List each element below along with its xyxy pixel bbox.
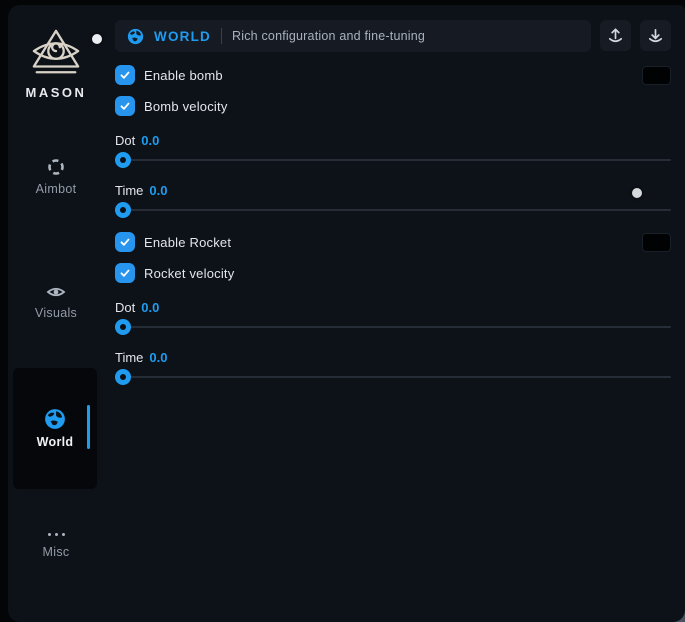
sidebar-item-label: Aimbot bbox=[36, 182, 77, 196]
slider-rocket-dot: Dot 0.0 bbox=[115, 299, 671, 335]
page-header: WORLD Rich configuration and fine-tuning bbox=[115, 20, 591, 52]
app-window: MASON Aimbot Visuals bbox=[8, 5, 685, 622]
enable-rocket-checkbox[interactable] bbox=[115, 232, 135, 252]
page-header-row: WORLD Rich configuration and fine-tuning bbox=[115, 20, 671, 52]
slider-track-area[interactable] bbox=[115, 369, 671, 385]
sidebar-item-label: Misc bbox=[43, 545, 70, 559]
checkbox-label: Enable Rocket bbox=[144, 235, 231, 250]
check-icon bbox=[118, 235, 132, 249]
checkbox-row-enable-rocket: Enable Rocket bbox=[115, 232, 671, 252]
cursor-dot bbox=[92, 34, 102, 44]
checkbox-label: Enable bomb bbox=[144, 68, 223, 83]
slider-value: 0.0 bbox=[141, 300, 159, 315]
download-config-button[interactable] bbox=[640, 20, 671, 51]
check-icon bbox=[118, 266, 132, 280]
checkbox-label: Rocket velocity bbox=[144, 266, 234, 281]
globe-icon bbox=[127, 28, 144, 45]
ellipsis-icon bbox=[48, 529, 65, 539]
brand-name: MASON bbox=[26, 85, 87, 100]
slider-value: 0.0 bbox=[149, 183, 167, 198]
cursor-dot bbox=[632, 188, 642, 198]
bomb-color-swatch[interactable] bbox=[642, 66, 671, 85]
slider-track[interactable] bbox=[115, 326, 671, 328]
slider-label: Time bbox=[115, 350, 143, 365]
crosshair-icon bbox=[47, 158, 65, 176]
bomb-velocity-checkbox[interactable] bbox=[115, 96, 135, 116]
check-icon bbox=[118, 68, 132, 82]
upload-icon bbox=[606, 26, 625, 45]
slider-track-area[interactable] bbox=[115, 152, 671, 168]
upload-config-button[interactable] bbox=[600, 20, 631, 51]
slider-label: Dot bbox=[115, 300, 135, 315]
download-icon bbox=[646, 26, 665, 45]
page-subtitle: Rich configuration and fine-tuning bbox=[232, 29, 425, 43]
slider-track[interactable] bbox=[115, 376, 671, 378]
slider-label: Dot bbox=[115, 133, 135, 148]
slider-value: 0.0 bbox=[141, 133, 159, 148]
slider-knob[interactable] bbox=[115, 319, 131, 335]
sidebar-item-label: Visuals bbox=[35, 306, 77, 320]
slider-track[interactable] bbox=[115, 209, 671, 211]
sidebar-item-aimbot[interactable]: Aimbot bbox=[8, 158, 104, 196]
rocket-color-swatch[interactable] bbox=[642, 233, 671, 252]
brand: MASON bbox=[8, 27, 104, 100]
slider-track[interactable] bbox=[115, 159, 671, 161]
slider-rocket-time: Time 0.0 bbox=[115, 349, 671, 385]
slider-knob[interactable] bbox=[115, 202, 131, 218]
globe-icon bbox=[44, 408, 66, 430]
all-seeing-eye-icon bbox=[27, 27, 85, 79]
slider-track-area[interactable] bbox=[115, 319, 671, 335]
header-divider bbox=[221, 28, 222, 44]
slider-knob[interactable] bbox=[115, 369, 131, 385]
enable-bomb-checkbox[interactable] bbox=[115, 65, 135, 85]
slider-knob[interactable] bbox=[115, 152, 131, 168]
checkbox-row-bomb-velocity: Bomb velocity bbox=[115, 96, 671, 116]
sidebar-item-misc[interactable]: Misc bbox=[8, 529, 104, 559]
sidebar-item-world[interactable]: World bbox=[13, 368, 97, 489]
slider-bomb-time: Time 0.0 bbox=[115, 182, 671, 218]
slider-track-area[interactable] bbox=[115, 202, 671, 218]
sidebar: MASON Aimbot Visuals bbox=[8, 5, 108, 622]
checkbox-row-rocket-velocity: Rocket velocity bbox=[115, 263, 671, 283]
checkbox-row-enable-bomb: Enable bomb bbox=[115, 65, 671, 85]
page-title: WORLD bbox=[154, 29, 211, 44]
rocket-velocity-checkbox[interactable] bbox=[115, 263, 135, 283]
slider-bomb-dot: Dot 0.0 bbox=[115, 132, 671, 168]
content-panel: WORLD Rich configuration and fine-tuning bbox=[115, 20, 671, 385]
check-icon bbox=[118, 99, 132, 113]
sidebar-item-visuals[interactable]: Visuals bbox=[8, 284, 104, 320]
checkbox-label: Bomb velocity bbox=[144, 99, 228, 114]
eye-icon bbox=[46, 284, 66, 300]
slider-label: Time bbox=[115, 183, 143, 198]
sidebar-item-label: World bbox=[37, 435, 74, 449]
active-tab-indicator bbox=[87, 405, 90, 449]
slider-value: 0.0 bbox=[149, 350, 167, 365]
